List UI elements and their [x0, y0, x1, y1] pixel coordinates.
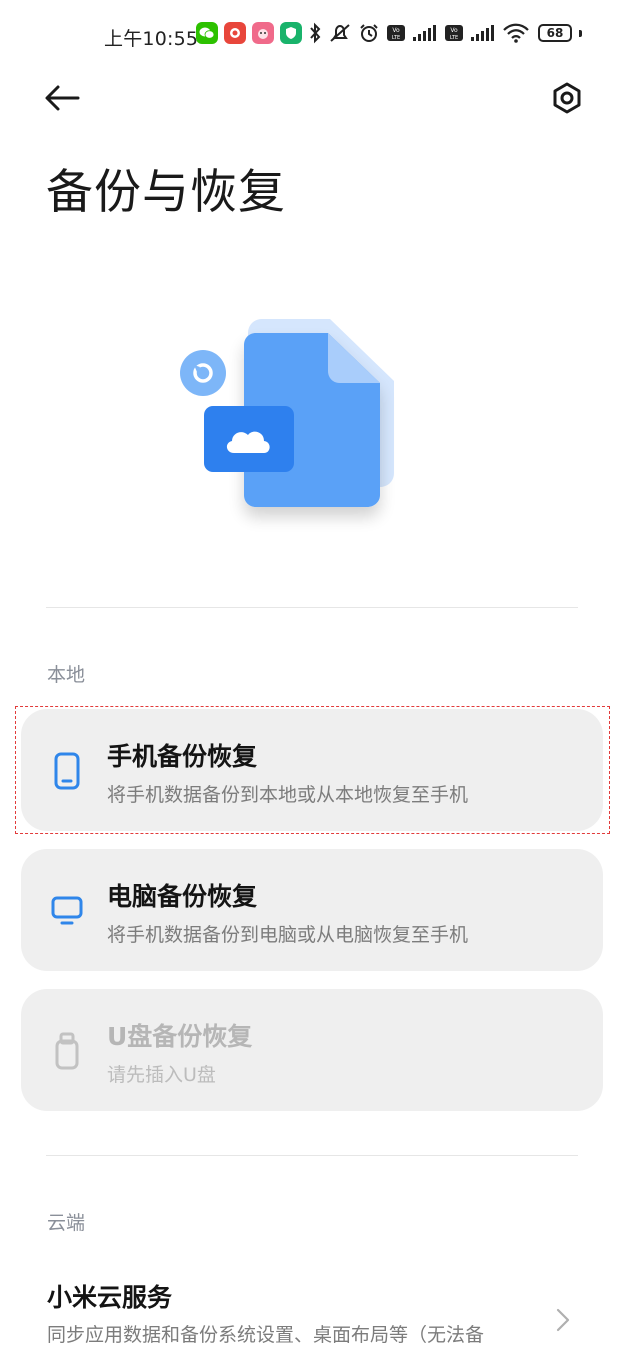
- file-cloud-backup-illustration: [170, 305, 420, 535]
- usb-drive-icon: [51, 1032, 83, 1070]
- arrow-left-icon: [45, 85, 80, 111]
- divider: [46, 607, 578, 608]
- signal-icon: [412, 23, 438, 43]
- status-bar: 上午10:55 Vo LTE Vo LTE 68: [0, 0, 624, 72]
- monitor-icon: [51, 892, 83, 930]
- phone-icon: [51, 752, 83, 790]
- section-label-cloud: 云端: [47, 1212, 86, 1234]
- computer-backup-card[interactable]: 电脑备份恢复 将手机数据备份到电脑或从电脑恢复至手机: [21, 849, 603, 971]
- card-subtitle: 将手机数据备份到电脑或从电脑恢复至手机: [107, 924, 469, 946]
- volte-icon: Vo LTE: [444, 24, 464, 42]
- chevron-right-icon: [556, 1308, 570, 1336]
- phone-backup-card[interactable]: 手机备份恢复 将手机数据备份到本地或从本地恢复至手机: [21, 709, 603, 831]
- section-label-local: 本地: [47, 664, 86, 686]
- app-icon: [224, 22, 246, 44]
- svg-text:Vo: Vo: [450, 27, 458, 34]
- back-button[interactable]: [38, 74, 86, 122]
- svg-text:LTE: LTE: [392, 35, 400, 41]
- mute-icon: [328, 22, 352, 44]
- gear-icon: [553, 82, 581, 114]
- mi-cloud-service-item[interactable]: 小米云服务 同步应用数据和备份系统设置、桌面布局等（无法备: [0, 1262, 624, 1352]
- card-title: U盘备份恢复: [107, 1022, 253, 1051]
- wechat-icon: [196, 22, 218, 44]
- battery-icon: [579, 29, 582, 37]
- card-title: 手机备份恢复: [107, 742, 258, 771]
- svg-text:Vo: Vo: [392, 27, 400, 34]
- app-icon: [252, 22, 274, 44]
- usb-backup-card: U盘备份恢复 请先插入U盘: [21, 989, 603, 1111]
- card-subtitle: 请先插入U盘: [107, 1064, 216, 1086]
- page-title: 备份与恢复: [46, 165, 286, 220]
- card-title: 电脑备份恢复: [107, 882, 258, 911]
- card-subtitle: 将手机数据备份到本地或从本地恢复至手机: [107, 784, 469, 806]
- cloud-service-title: 小米云服务: [47, 1283, 173, 1312]
- app-icon: [280, 22, 302, 44]
- svg-text:LTE: LTE: [450, 35, 458, 41]
- status-icons: Vo LTE Vo LTE 68: [196, 22, 582, 44]
- cloud-service-description: 同步应用数据和备份系统设置、桌面布局等（无法备: [47, 1324, 485, 1346]
- alarm-icon: [358, 22, 380, 44]
- status-time: 上午10:55: [104, 28, 199, 50]
- signal-icon: [470, 23, 496, 43]
- settings-button[interactable]: [543, 74, 591, 122]
- volte-icon: Vo LTE: [386, 24, 406, 42]
- battery-level: 68: [538, 24, 572, 42]
- divider: [46, 1155, 578, 1156]
- bluetooth-icon: [308, 22, 322, 44]
- wifi-icon: [502, 22, 530, 44]
